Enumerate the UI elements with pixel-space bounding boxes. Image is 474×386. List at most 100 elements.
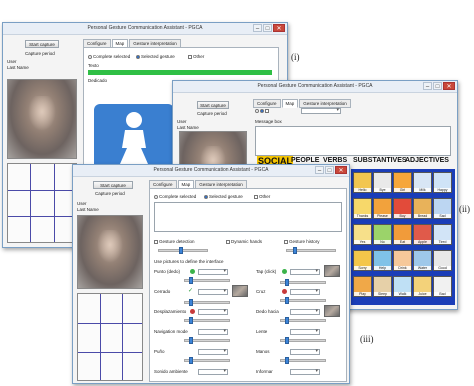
threshold-slider[interactable]: [158, 247, 208, 254]
check-gesture-detection-label: Gesture detection: [159, 239, 195, 244]
gesture-select[interactable]: [290, 348, 320, 355]
check-gesture-history[interactable]: Gesture history: [284, 239, 320, 244]
maximize-button[interactable]: □: [325, 166, 334, 174]
gesture-select[interactable]: [198, 328, 228, 335]
minimize-button[interactable]: –: [315, 166, 324, 174]
row-slider[interactable]: [280, 357, 326, 364]
pictogram[interactable]: Bread: [413, 198, 432, 219]
gesture-select[interactable]: [198, 348, 228, 355]
slider-thumb[interactable]: [189, 317, 193, 324]
category-substantives[interactable]: SUBSTANTIVES: [353, 157, 407, 164]
maximize-button[interactable]: □: [263, 24, 272, 32]
minimize-button[interactable]: –: [253, 24, 262, 32]
pictogram[interactable]: Juice: [413, 276, 432, 297]
row-slider[interactable]: [184, 357, 230, 364]
option-complete[interactable]: Complete selected: [88, 54, 130, 59]
gesture-select[interactable]: [290, 268, 320, 275]
pictogram[interactable]: Hello: [353, 172, 372, 193]
gesture-select[interactable]: [198, 368, 228, 375]
slider-thumb[interactable]: [285, 297, 289, 304]
pictogram[interactable]: Yes: [353, 224, 372, 245]
slider-thumb[interactable]: [285, 317, 289, 324]
pictogram[interactable]: Sorry: [353, 250, 372, 271]
pictogram[interactable]: No: [373, 224, 392, 245]
gesture-select[interactable]: [290, 368, 320, 375]
gesture-select[interactable]: [198, 288, 228, 295]
category-verbs[interactable]: VERBS: [323, 157, 347, 164]
slider-thumb[interactable]: [189, 277, 193, 284]
pictogram[interactable]: Eat: [393, 224, 412, 245]
gesture-select[interactable]: [290, 308, 320, 315]
row-slider[interactable]: [280, 317, 326, 324]
option-complete-label: Complete selected: [93, 54, 131, 59]
pictogram[interactable]: Bad: [433, 276, 452, 297]
option-complete[interactable]: Complete selected: [154, 194, 196, 199]
pictogram[interactable]: Apple: [413, 224, 432, 245]
option-other[interactable]: Other: [188, 54, 204, 59]
start-capture-button[interactable]: Start capture: [93, 181, 133, 189]
pictogram[interactable]: Bye: [373, 172, 392, 193]
gesture-select[interactable]: [290, 328, 320, 335]
option-selected[interactable]: Selected gesture: [204, 194, 243, 199]
slider-thumb[interactable]: [285, 357, 289, 364]
category-people[interactable]: PEOPLE: [291, 157, 319, 164]
pictogram[interactable]: Play: [353, 276, 372, 297]
gesture-select[interactable]: [198, 268, 228, 275]
pictogram[interactable]: Happy: [433, 172, 452, 193]
pictogram[interactable]: Water: [413, 250, 432, 271]
pictogram[interactable]: Please: [373, 198, 392, 219]
row-label: Manos: [256, 349, 270, 354]
row-slider[interactable]: [184, 299, 230, 306]
titlebar: Personal Gesture Communication Assistant…: [73, 165, 349, 177]
pictogram[interactable]: Sleep: [373, 276, 392, 297]
slider-thumb[interactable]: [179, 247, 183, 254]
start-capture-button[interactable]: Start capture: [25, 40, 59, 48]
row-slider[interactable]: [184, 337, 230, 344]
row-slider[interactable]: [280, 337, 326, 344]
pictogram[interactable]: Milk: [413, 172, 432, 193]
mode-select[interactable]: [301, 107, 341, 114]
slider-thumb[interactable]: [285, 279, 289, 286]
option-other[interactable]: Other: [254, 194, 270, 199]
check-gesture-detection[interactable]: Gesture detection: [154, 239, 195, 244]
check-dynamic-hands[interactable]: Dynamic hands: [226, 239, 262, 244]
maximize-button[interactable]: □: [433, 82, 442, 90]
row-slider[interactable]: [280, 279, 326, 286]
gesture-grid: [7, 163, 77, 243]
close-button[interactable]: ✕: [335, 166, 347, 174]
pictogram[interactable]: Walk: [393, 276, 412, 297]
pictogram[interactable]: Tired: [433, 224, 452, 245]
output-text[interactable]: [154, 202, 342, 232]
message-box[interactable]: [255, 126, 451, 156]
pictogram[interactable]: Good: [433, 250, 452, 271]
tab-configure[interactable]: Configure: [253, 99, 281, 108]
status-dot: [282, 269, 287, 274]
pictogram[interactable]: Sad: [433, 198, 452, 219]
gesture-select[interactable]: [198, 308, 228, 315]
pictogram[interactable]: Boy: [393, 198, 412, 219]
close-button[interactable]: ✕: [273, 24, 285, 32]
tab-map[interactable]: Map: [281, 99, 299, 108]
pictogram[interactable]: Girl: [393, 172, 412, 193]
row-slider[interactable]: [184, 277, 230, 284]
gesture-thumbnail: [324, 305, 340, 317]
row-slider[interactable]: [184, 317, 230, 324]
history-slider[interactable]: [286, 247, 336, 254]
slider-thumb[interactable]: [293, 247, 297, 254]
radio-icon: [88, 54, 92, 59]
category-adjectives[interactable]: ADJECTIVES: [405, 157, 449, 164]
slider-thumb[interactable]: [189, 299, 193, 306]
start-capture-button[interactable]: Start capture: [197, 101, 229, 109]
slider-thumb[interactable]: [189, 357, 193, 364]
pictogram[interactable]: Help: [373, 250, 392, 271]
row-slider[interactable]: [280, 297, 326, 304]
minimize-button[interactable]: –: [423, 82, 432, 90]
slider-thumb[interactable]: [285, 337, 289, 344]
option-selected[interactable]: Selected gesture: [136, 54, 175, 59]
pictogram[interactable]: Thanks: [353, 198, 372, 219]
slider-thumb[interactable]: [189, 337, 193, 344]
close-button[interactable]: ✕: [443, 82, 455, 90]
tab-gesture-interpretation[interactable]: Gesture interpretation: [299, 99, 351, 108]
pictogram[interactable]: Drink: [393, 250, 412, 271]
gesture-select[interactable]: [290, 288, 320, 295]
